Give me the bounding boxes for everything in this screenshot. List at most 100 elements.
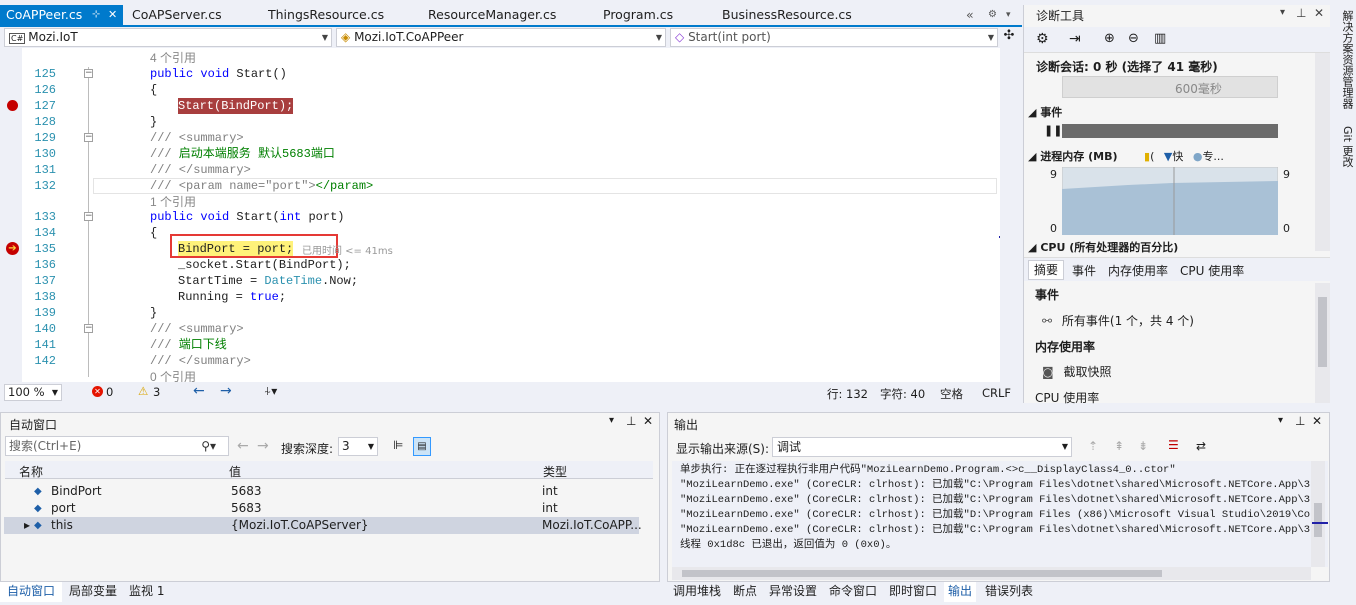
clear-all-icon[interactable]: ☰ (1168, 438, 1179, 452)
collapse-icon[interactable]: − (84, 69, 93, 78)
zoom-combo[interactable]: 100 % ▼ (4, 384, 62, 401)
collapse-icon[interactable]: − (84, 324, 93, 333)
export-icon[interactable]: ⇥ (1069, 31, 1081, 47)
output-bottom-tab[interactable]: 错误列表 (985, 582, 1033, 602)
column-name[interactable]: 名称 (19, 463, 43, 480)
project-combo[interactable]: C# Mozi.IoT ▼ (4, 28, 332, 47)
pause-icon[interactable]: ❚❚ (1044, 124, 1062, 137)
output-bottom-tab[interactable]: 断点 (733, 582, 757, 602)
collapse-icon[interactable]: − (84, 133, 93, 142)
solution-explorer-tab[interactable]: 解决方案资源管理器 (1339, 10, 1355, 109)
word-wrap-icon[interactable]: ⇄ (1196, 439, 1206, 453)
dropdown-icon[interactable]: ▾ (1278, 415, 1283, 426)
warning-icon[interactable]: ⚠ (138, 384, 148, 398)
member-combo[interactable]: ◇ Start(int port) ▼ (670, 28, 998, 47)
tab-thingsresource[interactable]: ThingsResource.cs (268, 5, 384, 26)
autos-row[interactable]: ◆ BindPort 5683 int (4, 483, 639, 500)
tab-autos[interactable]: 自动窗口 (0, 582, 62, 602)
zoom-out-icon[interactable]: ⊖ (1128, 31, 1139, 46)
output-bottom-tab[interactable]: 异常设置 (769, 582, 817, 602)
diag-scrollbar[interactable] (1315, 53, 1330, 251)
settings-icon[interactable]: ⚙ (1036, 31, 1049, 47)
gear-icon[interactable]: ⚙ (988, 5, 997, 26)
close-icon[interactable]: ✕ (643, 414, 653, 428)
tab-summary[interactable]: 摘要 (1028, 260, 1064, 280)
zoom-in-icon[interactable]: ⊕ (1104, 31, 1115, 46)
search-forward-icon[interactable]: → (257, 438, 269, 454)
next-message-icon[interactable]: ⇟ (1138, 439, 1148, 453)
collapse-icon[interactable]: ◢ (1028, 106, 1036, 119)
indent-indicator[interactable]: 空格 (940, 386, 963, 402)
dropdown-icon[interactable]: ▾ (609, 415, 614, 426)
output-bottom-tab[interactable]: 即时窗口 (889, 582, 937, 602)
autos-search-input[interactable]: 搜索(Ctrl+E) ⚲▾ (5, 436, 229, 456)
scroll-thumb[interactable] (1314, 503, 1322, 537)
collapse-icon[interactable]: ◢ (1028, 150, 1036, 163)
column-indicator[interactable]: 字符: 40 (880, 386, 925, 402)
output-h-scrollbar[interactable] (672, 567, 1311, 580)
git-changes-tab[interactable]: Git 更改 (1339, 126, 1355, 167)
close-icon[interactable]: ✕ (1312, 414, 1322, 428)
memory-chart[interactable] (1062, 167, 1278, 235)
prev-message-icon[interactable]: ⇞ (1114, 439, 1124, 453)
code-line: 126 { (0, 82, 1000, 98)
chart-icon[interactable]: ▥ (1154, 31, 1166, 46)
tab-events[interactable]: 事件 (1072, 262, 1096, 279)
goto-source-icon[interactable]: ⇡ (1088, 439, 1098, 453)
autos-row[interactable]: ▸ ◆ this {Mozi.IoT.CoAPServer} Mozi.IoT.CoAP… (4, 517, 642, 534)
summary-scrollbar[interactable] (1315, 283, 1330, 403)
tab-program[interactable]: Program.cs (603, 5, 673, 26)
tab-coappeer[interactable]: CoAPPeer.cs ⊹ ✕ (0, 5, 123, 26)
tab-memory[interactable]: 内存使用率 (1108, 262, 1168, 279)
tab-businessresource[interactable]: BusinessResource.cs (722, 5, 852, 26)
close-icon[interactable]: ✕ (108, 5, 117, 25)
source-label: 显示输出来源(S): (676, 442, 770, 456)
tab-cpu[interactable]: CPU 使用率 (1180, 262, 1244, 279)
tab-dropdown-icon[interactable]: ▾ (1006, 5, 1011, 26)
nav-back-icon[interactable]: ← (193, 383, 205, 399)
dropdown-icon[interactable]: ▾ (1280, 7, 1285, 18)
code-editor[interactable]: 4 个引用 125 public void Start() − 126 {127 Start… (0, 48, 1000, 382)
output-bottom-tab[interactable]: 输出 (944, 582, 977, 602)
pin-icon[interactable]: ⊥ (1296, 6, 1306, 20)
output-v-scrollbar[interactable] (1311, 461, 1325, 567)
output-bottom-tab[interactable]: 命令窗口 (829, 582, 877, 602)
timeline-ruler[interactable]: 600毫秒 (1062, 76, 1278, 98)
close-icon[interactable]: ✕ (1314, 6, 1324, 20)
hex-display-icon[interactable]: ▤ (413, 437, 431, 456)
class-combo[interactable]: ◈ Mozi.IoT.CoAPPeer ▼ (336, 28, 666, 47)
brush-icon[interactable]: ⍭▾ (264, 384, 277, 399)
split-icon[interactable]: ✣ (1001, 28, 1017, 47)
pin-icon[interactable]: ⊥ (1295, 414, 1305, 428)
tab-resourcemanager[interactable]: ResourceManager.cs (428, 5, 556, 26)
eol-indicator[interactable]: CRLF (982, 386, 1011, 400)
tab-coapserver[interactable]: CoAPServer.cs (132, 5, 222, 26)
scroll-thumb[interactable] (1318, 297, 1327, 367)
column-value[interactable]: 值 (229, 463, 241, 480)
snapshot-button[interactable]: ◙ 截取快照 (1042, 363, 1112, 380)
collapse-icon[interactable]: − (84, 212, 93, 221)
autos-row[interactable]: ◆ port 5683 int (4, 500, 639, 517)
tab-watch1[interactable]: 监视 1 (129, 582, 164, 602)
reference-count[interactable]: 1 个引用 (0, 194, 1000, 210)
column-type[interactable]: 类型 (543, 463, 567, 480)
error-icon[interactable]: ✕ (92, 386, 103, 397)
depth-combo[interactable]: 3 ▼ (338, 437, 378, 456)
search-back-icon[interactable]: ← (237, 438, 249, 454)
output-bottom-tab[interactable]: 调用堆栈 (673, 582, 721, 602)
events-track[interactable] (1062, 124, 1278, 138)
pin-watch-icon[interactable]: ⊫ (393, 438, 403, 452)
scroll-thumb[interactable] (682, 570, 1162, 577)
pin-icon[interactable]: ⊥ (626, 414, 636, 428)
pin-icon[interactable]: ⊹ (92, 5, 100, 25)
all-events-link[interactable]: ⚯ 所有事件(1 个，共 4 个) (1042, 312, 1194, 329)
tab-locals[interactable]: 局部变量 (69, 582, 117, 602)
collapse-icon[interactable]: ◢ (1028, 241, 1036, 254)
scroll-tabs-icon[interactable]: « (966, 5, 974, 26)
nav-forward-icon[interactable]: → (220, 383, 232, 399)
output-source-combo[interactable]: 调试 ▼ (772, 437, 1072, 457)
line-indicator[interactable]: 行: 132 (827, 386, 868, 402)
reference-count[interactable]: 4 个引用 (0, 50, 1000, 66)
reference-count[interactable]: 0 个引用 (0, 369, 1000, 382)
breakpoint-icon[interactable] (7, 100, 18, 111)
